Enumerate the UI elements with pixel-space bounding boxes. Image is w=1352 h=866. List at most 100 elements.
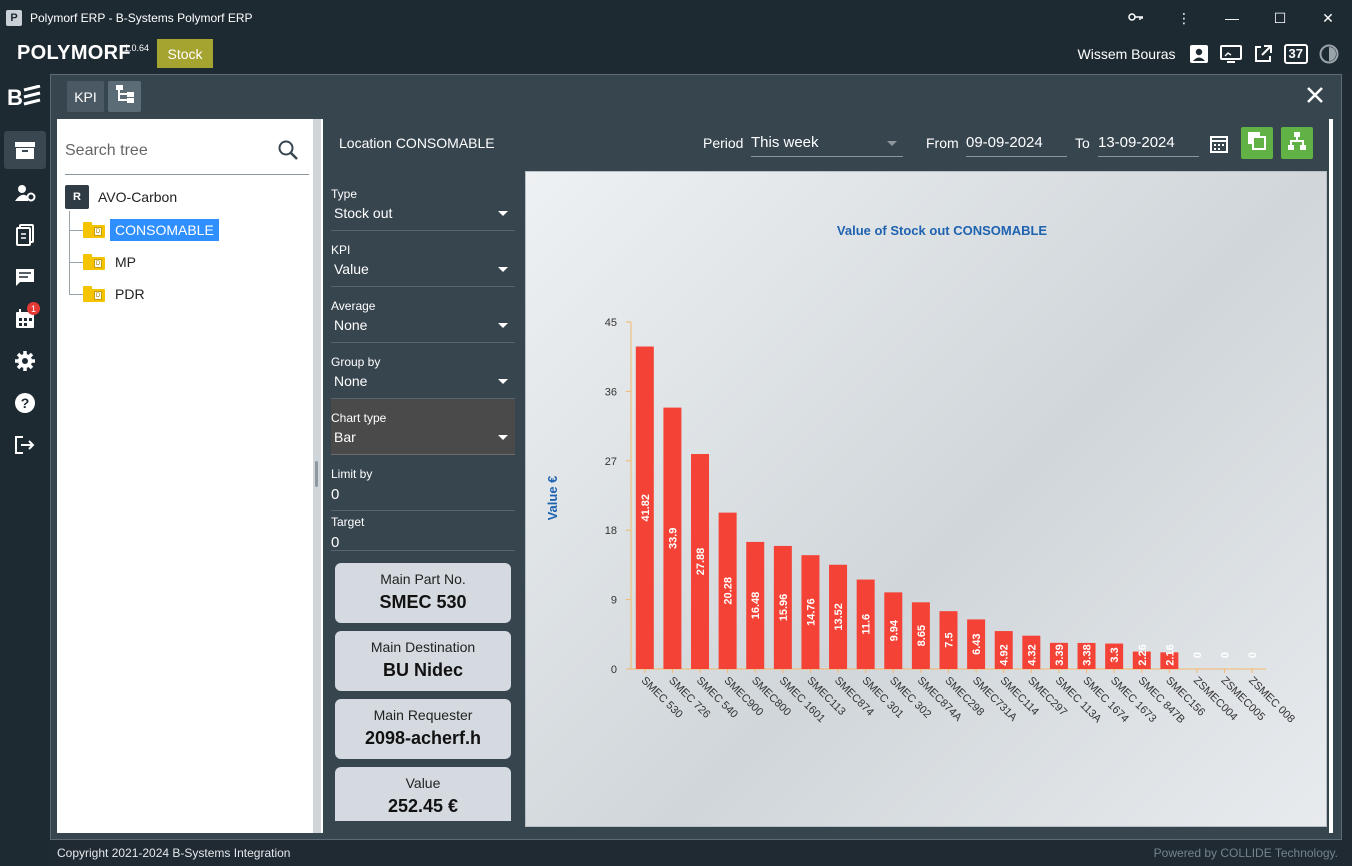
open-external-icon[interactable] (1252, 43, 1274, 65)
y-tick-label: 45 (605, 317, 617, 329)
search-icon[interactable] (277, 139, 301, 163)
module-badge[interactable]: Stock (157, 39, 213, 68)
copy-button[interactable] (1241, 127, 1273, 159)
group-by-value: None (334, 373, 368, 389)
screen-icon[interactable] (1219, 43, 1242, 65)
group-by-select[interactable]: Group by None (331, 343, 515, 399)
to-date-field[interactable]: 13-09-2024 (1098, 129, 1199, 157)
type-label: Type (331, 187, 358, 201)
y-tick-label: 36 (605, 386, 617, 398)
target-field[interactable]: Target 0 (331, 503, 515, 551)
tree-root[interactable]: R AVO-Carbon (65, 185, 177, 209)
chart-type-label: Chart type (331, 411, 387, 425)
window-title: Polymorf ERP - B-Systems Polymorf ERP (30, 11, 253, 25)
tree-node-mp[interactable]: D MP (69, 250, 141, 274)
bar-value-label: 15.96 (778, 594, 790, 622)
close-icon[interactable]: ✕ (1304, 10, 1352, 27)
y-tick-label: 9 (611, 595, 617, 607)
average-value: None (334, 317, 368, 333)
main-requester-card: Main Requester 2098-acherf.h (335, 699, 511, 759)
stock-icon[interactable] (4, 131, 46, 169)
kpi-content: R AVO-Carbon D CONSOMABLE D MP D PDR (57, 119, 1333, 833)
card-value: BU Nidec (382, 660, 463, 680)
chart-title: Value of Stock out CONSOMABLE (837, 223, 1048, 238)
tree-panel: R AVO-Carbon D CONSOMABLE D MP D PDR (57, 119, 311, 833)
panel-splitter[interactable] (313, 119, 321, 833)
count-badge[interactable]: 37 (1283, 44, 1308, 64)
average-label: Average (331, 299, 376, 313)
tree-node-pdr[interactable]: D PDR (69, 282, 150, 306)
calendar-badge: 1 (27, 302, 40, 315)
bar-value-label: 4.32 (1026, 644, 1038, 665)
chart-type-value: Bar (334, 429, 356, 445)
folder-icon: D (83, 286, 105, 302)
bar-value-label: 6.43 (971, 633, 983, 654)
users-settings-icon[interactable] (4, 174, 46, 212)
user-name[interactable]: Wissem Bouras (1078, 46, 1176, 62)
bar-value-label: 41.82 (640, 494, 652, 522)
bar-value-label: 14.76 (805, 598, 817, 626)
period-select[interactable]: This week (751, 129, 903, 157)
from-date-field[interactable]: 09-09-2024 (966, 129, 1067, 157)
card-title: Value (405, 775, 441, 791)
type-select[interactable]: Type Stock out (331, 175, 515, 231)
bar-chart: Value of Stock out CONSOMABLE Value € 0 9 18… (545, 223, 1297, 726)
bar-value-label: 8.65 (916, 625, 928, 646)
key-icon[interactable] (1112, 10, 1160, 26)
tab-kpi[interactable]: KPI (67, 81, 104, 112)
documents-icon[interactable] (4, 216, 46, 254)
profile-icon[interactable] (1188, 43, 1210, 65)
tab-tree[interactable] (108, 81, 141, 112)
bar-value-label: 16.48 (750, 592, 762, 620)
main-destination-card: Main Destination BU Nidec (335, 631, 511, 691)
main-part-card: Main Part No. SMEC 530 (335, 563, 511, 623)
svg-text:?: ? (21, 395, 30, 411)
bs-logo-icon[interactable]: B (4, 78, 46, 116)
more-icon[interactable]: ⋮ (1160, 10, 1208, 27)
kpi-window: KPI R AVO-Carbon D CONSOMABLE (50, 74, 1342, 840)
limit-by-value: 0 (331, 486, 340, 503)
close-window-icon[interactable] (1303, 83, 1327, 107)
settings-icon[interactable] (4, 342, 46, 380)
chart-type-select[interactable]: Chart type Bar (331, 399, 515, 455)
bar-value-label: 20.28 (723, 577, 735, 605)
help-icon[interactable]: ? (4, 384, 46, 422)
type-value: Stock out (334, 205, 393, 221)
calendar-icon[interactable]: 1 (4, 300, 46, 338)
kpi-toolbar: Location CONSOMABLE Period This week Fro… (323, 119, 1329, 171)
chevron-down-icon (498, 211, 508, 216)
bar-value-label: 0 (1192, 652, 1204, 658)
logout-icon[interactable] (4, 426, 46, 464)
bar-value-label: 3.39 (1054, 644, 1066, 665)
chevron-down-icon (498, 323, 508, 328)
bar-value-label: 3.3 (1109, 647, 1121, 662)
tree-node-consomable[interactable]: D CONSOMABLE (69, 218, 219, 242)
tree-root-label: AVO-Carbon (98, 189, 178, 205)
bar-value-label: 13.52 (833, 603, 845, 631)
hierarchy-button[interactable] (1281, 127, 1313, 159)
card-title: Main Part No. (380, 571, 466, 587)
chevron-down-icon (498, 267, 508, 272)
target-label: Target (331, 515, 365, 529)
from-date-value: 09-09-2024 (966, 134, 1043, 151)
card-title: Main Requester (373, 707, 473, 723)
value-card: Value 252.45 € (335, 767, 511, 821)
tree-search-input[interactable] (65, 137, 265, 165)
bar-value-label: 7.5 (944, 632, 956, 647)
average-select[interactable]: Average None (331, 287, 515, 343)
kpi-options: Type Stock out KPI Value Average None Gr… (323, 171, 523, 833)
maximize-icon[interactable]: ☐ (1256, 10, 1304, 27)
tree-node-label: CONSOMABLE (110, 219, 219, 241)
calendar-picker-icon[interactable] (1209, 134, 1229, 154)
chevron-down-icon (887, 141, 897, 146)
bar-value-label: 4.92 (999, 644, 1011, 665)
tree-search (65, 131, 309, 175)
chat-icon[interactable] (4, 258, 46, 296)
copy-icon (1247, 131, 1267, 156)
chevron-down-icon (498, 379, 508, 384)
theme-icon[interactable] (1318, 43, 1340, 65)
minimize-icon[interactable]: — (1208, 10, 1256, 26)
kpi-select[interactable]: KPI Value (331, 231, 515, 287)
folder-icon: D (83, 222, 105, 238)
kpi-label: KPI (331, 243, 351, 257)
